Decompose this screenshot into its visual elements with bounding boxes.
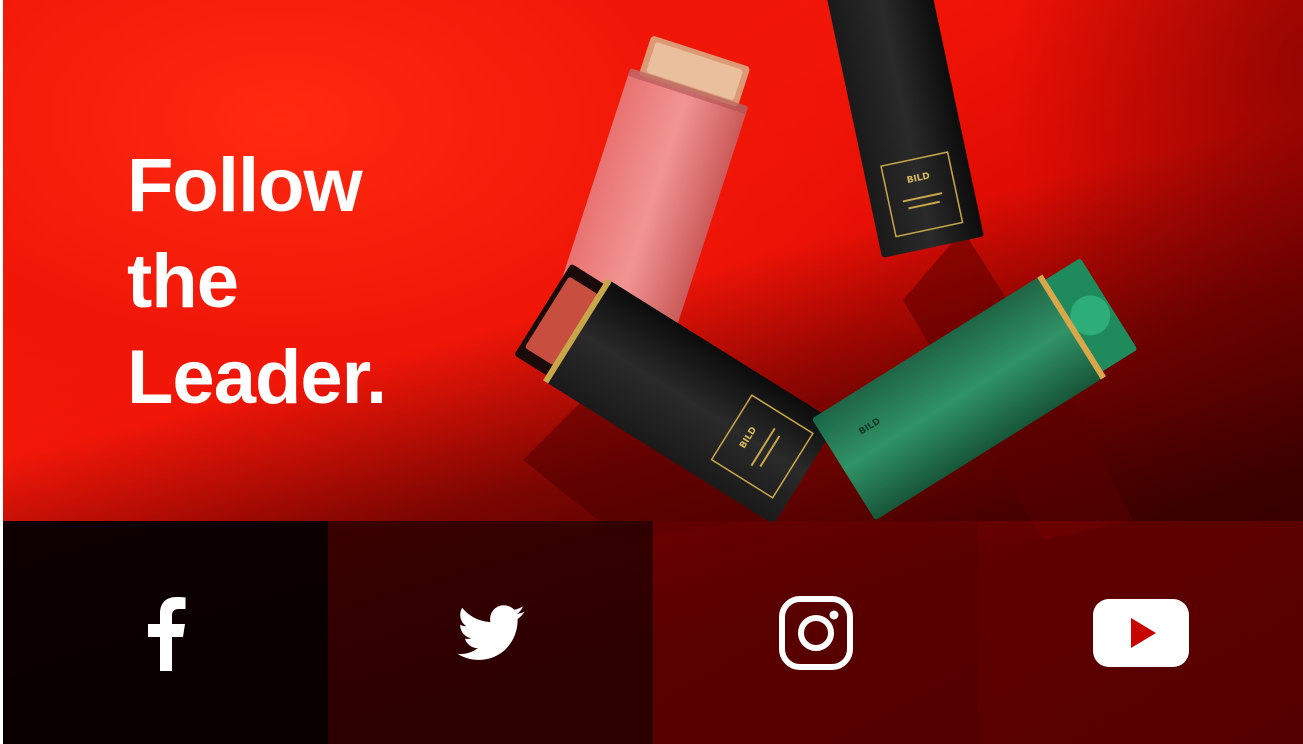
black-bottle-top: BILD bbox=[826, 0, 984, 258]
twitter-icon bbox=[456, 604, 525, 660]
youtube-link[interactable] bbox=[978, 521, 1303, 744]
twitter-link[interactable] bbox=[328, 521, 653, 744]
social-links-bar bbox=[3, 521, 1303, 744]
hero-banner: Follow the Leader. BILD BILD BILD bbox=[3, 0, 1303, 744]
product-bottles-image: BILD BILD BILD bbox=[515, 0, 1137, 540]
instagram-icon bbox=[778, 595, 853, 670]
facebook-icon bbox=[147, 596, 185, 671]
youtube-icon bbox=[1092, 598, 1189, 667]
instagram-link[interactable] bbox=[653, 521, 978, 744]
facebook-link[interactable] bbox=[3, 521, 328, 744]
